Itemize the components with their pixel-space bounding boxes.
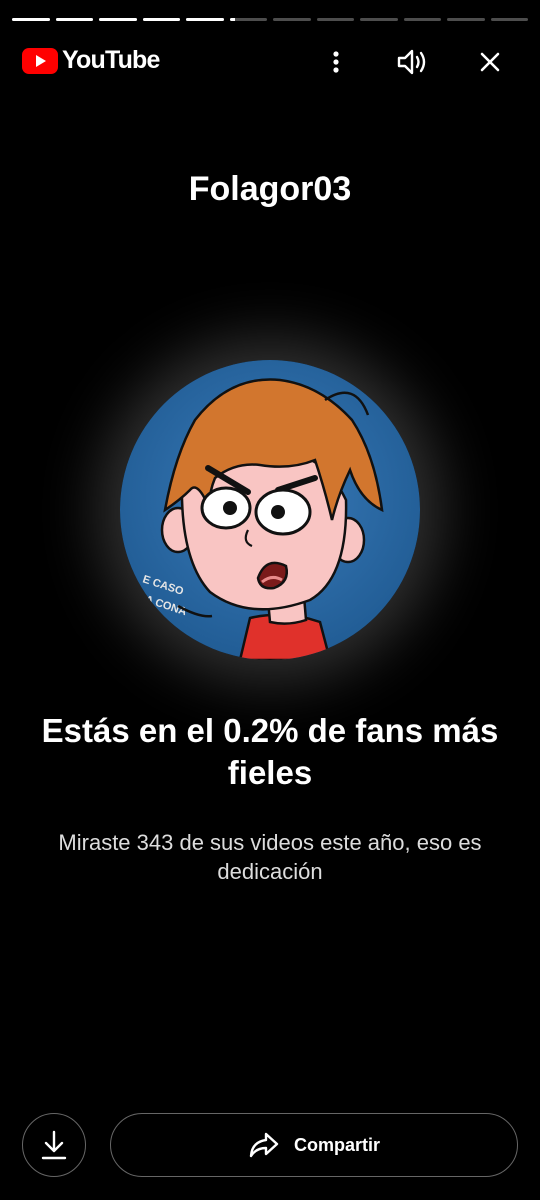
share-icon bbox=[249, 1132, 279, 1158]
download-button[interactable] bbox=[22, 1113, 86, 1177]
progress-segment bbox=[12, 18, 50, 21]
progress-segment bbox=[447, 18, 485, 21]
channel-name: Folagor03 bbox=[188, 170, 352, 208]
progress-segment bbox=[99, 18, 137, 21]
share-label: Compartir bbox=[293, 1134, 380, 1155]
more-options-button[interactable] bbox=[316, 42, 356, 82]
play-icon bbox=[22, 47, 58, 74]
progress-segment bbox=[186, 18, 224, 21]
progress-segment bbox=[490, 18, 528, 21]
header: YouTube bbox=[0, 38, 540, 86]
progress-segment bbox=[273, 18, 311, 21]
progress-segment bbox=[229, 18, 267, 21]
progress-segment bbox=[55, 18, 93, 21]
youtube-logo: YouTube bbox=[22, 46, 160, 75]
stat-headline: Estás en el 0.2% de fans más fieles bbox=[41, 712, 499, 791]
progress-segment bbox=[360, 18, 398, 21]
share-button[interactable]: Compartir bbox=[110, 1113, 518, 1177]
brand-label: YouTube bbox=[62, 46, 160, 74]
progress-segment bbox=[142, 18, 180, 21]
download-icon bbox=[41, 1130, 67, 1160]
channel-avatar: E CASO LA CONA bbox=[120, 360, 420, 660]
story-progress bbox=[12, 18, 528, 22]
close-button[interactable] bbox=[470, 42, 510, 82]
more-vertical-icon bbox=[333, 51, 339, 73]
stat-detail: Miraste 343 de sus videos este año, eso … bbox=[58, 830, 482, 884]
close-icon bbox=[480, 52, 500, 72]
progress-segment bbox=[403, 18, 441, 21]
volume-icon bbox=[397, 49, 426, 75]
progress-segment bbox=[316, 18, 354, 21]
sound-toggle-button[interactable] bbox=[393, 42, 433, 82]
